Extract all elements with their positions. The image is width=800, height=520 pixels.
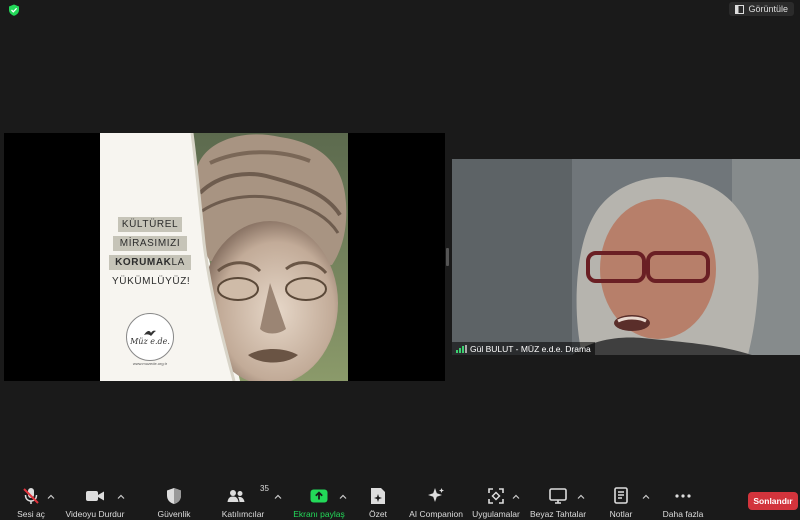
participants-button[interactable]: 35 Katılımcılar xyxy=(221,484,269,519)
security-label: Güvenlik xyxy=(157,509,191,519)
participant-name: Gül BULUT - MÜZ e.d.e. Drama xyxy=(470,343,591,354)
participant-video-tile[interactable]: Gül BULUT - MÜZ e.d.e. Drama xyxy=(452,159,800,355)
apps-options-chevron-up-icon[interactable] xyxy=(512,493,520,501)
video-options-chevron-up-icon[interactable] xyxy=(117,493,125,501)
participant-name-tag: Gül BULUT - MÜZ e.d.e. Drama xyxy=(452,342,595,355)
mic-muted-icon xyxy=(23,488,39,504)
ai-companion-label: AI Companion xyxy=(409,509,463,519)
participants-options-chevron-up-icon[interactable] xyxy=(274,493,282,501)
notes-label: Notlar xyxy=(609,509,633,519)
summary-button[interactable]: Özet xyxy=(364,486,392,519)
share-screen-icon xyxy=(310,489,328,503)
notes-options-chevron-up-icon[interactable] xyxy=(642,493,650,501)
participant-video-frame xyxy=(452,159,800,355)
summary-label: Özet xyxy=(369,509,387,519)
stop-video-label: Videoyu Durdur xyxy=(65,509,125,519)
presentation-slide: KÜLTÜREL MİRASIMIZI KORUMAKLA YÜKÜMLÜYÜZ… xyxy=(100,133,348,381)
shared-screen[interactable]: KÜLTÜREL MİRASIMIZI KORUMAKLA YÜKÜMLÜYÜZ… xyxy=(4,133,445,381)
share-options-chevron-up-icon[interactable] xyxy=(339,493,347,501)
end-meeting-button[interactable]: Sonlandır xyxy=(748,492,798,510)
meeting-toolbar: Sesi aç Videoyu Durdur Güvenlik 35 Katıl… xyxy=(0,480,800,520)
slide-website: www.muzede.org.tr xyxy=(132,361,168,366)
connection-signal-icon xyxy=(456,344,467,353)
logo-text: Müz e.de. xyxy=(130,336,170,346)
audio-options-chevron-up-icon[interactable] xyxy=(47,493,55,501)
whiteboards-button[interactable]: Beyaz Tahtalar xyxy=(530,486,586,519)
apps-icon xyxy=(488,488,504,504)
slide-line-4: YÜKÜMLÜYÜZ! xyxy=(112,276,191,287)
slide-line-3-bold: KORUMAK xyxy=(115,257,172,268)
more-label: Daha fazla xyxy=(662,509,704,519)
summary-document-icon xyxy=(371,488,385,504)
whiteboards-options-chevron-up-icon[interactable] xyxy=(577,493,585,501)
stop-video-button[interactable]: Videoyu Durdur xyxy=(64,486,126,519)
apps-button[interactable]: Uygulamalar xyxy=(470,486,522,519)
participants-icon xyxy=(227,490,245,502)
unmute-label: Sesi aç xyxy=(17,509,45,519)
share-screen-label: Ekranı paylaş xyxy=(293,509,345,519)
view-button[interactable]: Görüntüle xyxy=(729,2,794,16)
slide-line-1: KÜLTÜREL xyxy=(118,217,182,232)
notes-button[interactable]: Notlar xyxy=(606,486,636,519)
notes-icon xyxy=(614,487,628,504)
share-screen-button[interactable]: Ekranı paylaş xyxy=(292,486,346,519)
participant-count: 35 xyxy=(260,484,269,493)
whiteboard-icon xyxy=(549,488,567,504)
whiteboards-label: Beyaz Tahtalar xyxy=(529,509,587,519)
unmute-button[interactable]: Sesi aç xyxy=(16,486,46,519)
video-camera-icon xyxy=(86,491,104,501)
tile-resize-handle[interactable] xyxy=(446,248,449,266)
slide-line-3: KORUMAKLA xyxy=(109,255,191,270)
view-label: Görüntüle xyxy=(748,4,788,14)
ai-companion-button[interactable]: AI Companion xyxy=(406,486,466,519)
slide-line-2: MİRASIMIZI xyxy=(113,236,187,251)
apps-label: Uygulamalar xyxy=(472,509,520,519)
bird-icon xyxy=(144,330,156,336)
more-dots-icon xyxy=(675,494,691,498)
view-grid-icon xyxy=(735,4,745,14)
slide-line-3-rest: LA xyxy=(171,257,185,268)
muzede-logo: Müz e.de. xyxy=(126,313,174,361)
shield-icon xyxy=(167,488,181,504)
ai-sparkle-icon xyxy=(428,488,444,502)
participants-label: Katılımcılar xyxy=(221,509,265,519)
security-shield-icon[interactable] xyxy=(8,4,20,16)
slide-text: KÜLTÜREL MİRASIMIZI KORUMAKLA YÜKÜMLÜYÜZ… xyxy=(100,213,200,293)
security-button[interactable]: Güvenlik xyxy=(156,486,192,519)
more-button[interactable]: Daha fazla xyxy=(660,486,706,519)
